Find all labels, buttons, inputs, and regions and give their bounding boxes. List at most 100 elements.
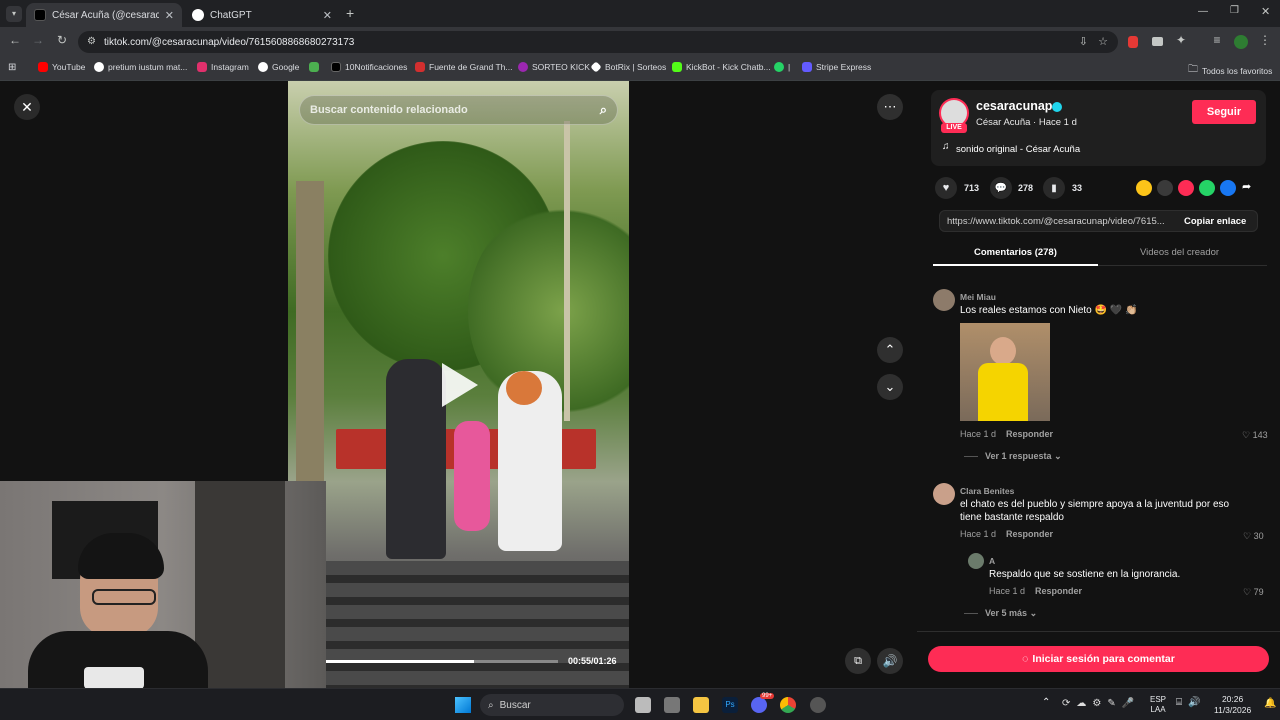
forward-icon[interactable]: → bbox=[29, 33, 47, 47]
bookmark-google[interactable]: Google bbox=[258, 62, 299, 72]
reply-author[interactable]: A bbox=[989, 556, 995, 566]
comment-author[interactable]: Clara Benites bbox=[960, 486, 1014, 496]
tab-tiktok[interactable]: César Acuña (@cesaracunap) | T ✕ bbox=[26, 3, 182, 27]
file-explorer-icon[interactable] bbox=[693, 697, 709, 713]
comment-image[interactable] bbox=[960, 323, 1050, 421]
windows-start-icon[interactable] bbox=[455, 697, 471, 713]
follow-button[interactable]: Seguir bbox=[1192, 100, 1256, 124]
progress-track[interactable] bbox=[326, 660, 558, 663]
reply-button[interactable]: Responder bbox=[1006, 429, 1053, 439]
sound-name[interactable]: sonido original - César Acuña bbox=[956, 144, 1080, 155]
reply-button[interactable]: Responder bbox=[1035, 586, 1082, 596]
extension-red-icon[interactable] bbox=[1128, 36, 1138, 48]
heart-icon[interactable]: ♥ bbox=[935, 177, 957, 199]
video-player[interactable]: Buscar contenido relacionado ⌕ 00:55/01:… bbox=[288, 81, 629, 688]
network-volume-icons[interactable]: ⌸🔊 bbox=[1176, 697, 1206, 708]
more-options-button[interactable]: ⋯ bbox=[877, 94, 903, 120]
comment-avatar[interactable] bbox=[933, 289, 955, 311]
heart-outline-icon: ♡ bbox=[1243, 531, 1254, 541]
taskbar-search[interactable]: ⌕ Buscar bbox=[480, 694, 624, 716]
reload-icon[interactable]: ↻ bbox=[53, 33, 71, 47]
bookmark-stripe[interactable]: Stripe Express bbox=[802, 62, 871, 72]
reply-likes[interactable]: ♡ 79 bbox=[1243, 587, 1264, 598]
share-arrow-icon[interactable]: ➦ bbox=[1242, 180, 1251, 193]
close-icon[interactable]: ✕ bbox=[165, 9, 174, 22]
clock-date: 11/3/2026 bbox=[1214, 705, 1252, 715]
comment-avatar[interactable] bbox=[933, 483, 955, 505]
apps-icon[interactable]: ⊞ bbox=[8, 62, 16, 73]
close-icon[interactable]: ✕ bbox=[323, 9, 332, 22]
new-tab-button[interactable]: + bbox=[346, 5, 354, 21]
view-more-button[interactable]: Ver 5 más ⌄ bbox=[985, 608, 1037, 619]
bookmark-pretium[interactable]: pretium iustum mat... bbox=[94, 62, 187, 72]
tray-icons[interactable]: ⟳☁⚙✎🎤 bbox=[1062, 698, 1140, 709]
bookmark-whatsapp[interactable]: | bbox=[774, 62, 790, 72]
bookmark-10notificaciones[interactable]: 10Notificaciones bbox=[331, 62, 407, 72]
bookmark-fuente[interactable]: Fuente de Grand Th... bbox=[415, 62, 512, 72]
all-bookmarks[interactable]: 🗀 Todos los favoritos bbox=[1188, 62, 1272, 79]
bookmark-botrix[interactable]: BotRix | Sorteos bbox=[590, 61, 666, 73]
extension-icon[interactable] bbox=[1152, 37, 1163, 46]
volume-button[interactable]: 🔊 bbox=[877, 648, 903, 674]
site-info-icon[interactable]: ⚙ bbox=[87, 36, 96, 47]
previous-video-button[interactable]: ⌃ bbox=[877, 337, 903, 363]
restore-icon[interactable]: ❐ bbox=[1230, 5, 1239, 16]
photoshop-icon[interactable]: Ps bbox=[722, 697, 738, 713]
play-icon[interactable] bbox=[442, 363, 478, 407]
minimize-icon[interactable]: — bbox=[1198, 6, 1208, 17]
username[interactable]: cesaracunap bbox=[976, 99, 1052, 113]
comment-likes[interactable]: ♡ 30 bbox=[1243, 531, 1264, 542]
steps bbox=[288, 561, 629, 688]
menu-icon[interactable]: ⋮ bbox=[1256, 33, 1274, 47]
discord-icon[interactable] bbox=[751, 697, 767, 713]
facebook-share-icon[interactable] bbox=[1220, 180, 1236, 196]
clock[interactable]: 20:26 11/3/2026 bbox=[1214, 694, 1251, 716]
close-window-icon[interactable]: ✕ bbox=[1261, 5, 1270, 18]
bookmark-instagram[interactable]: Instagram bbox=[197, 62, 249, 72]
language-indicator[interactable]: ESP LAA bbox=[1150, 695, 1166, 715]
reply-button[interactable]: Responder bbox=[1006, 529, 1053, 539]
comment-icon[interactable]: 💬 bbox=[990, 177, 1012, 199]
next-video-button[interactable]: ⌄ bbox=[877, 374, 903, 400]
youtube-icon bbox=[38, 62, 48, 72]
notifications-icon[interactable]: 🔔 bbox=[1264, 698, 1276, 709]
app-icon[interactable] bbox=[664, 697, 680, 713]
search-icon[interactable]: ⌕ bbox=[600, 102, 607, 118]
tab-chatgpt[interactable]: ChatGPT ✕ bbox=[184, 3, 340, 27]
font-icon bbox=[415, 62, 425, 72]
copy-link-button[interactable]: Copiar enlace bbox=[1184, 216, 1246, 227]
close-video-button[interactable]: ✕ bbox=[14, 94, 40, 120]
comment-likes[interactable]: ♡ 143 bbox=[1242, 430, 1268, 441]
chrome-icon[interactable] bbox=[780, 697, 796, 713]
app-icon[interactable] bbox=[810, 697, 826, 713]
install-icon[interactable]: ⇩ bbox=[1079, 35, 1088, 48]
tab-search-button[interactable]: ▾ bbox=[6, 6, 22, 22]
reply-avatar[interactable] bbox=[968, 553, 984, 569]
repost-icon[interactable] bbox=[1136, 180, 1152, 196]
floating-player-button[interactable]: ⧉ bbox=[845, 648, 871, 674]
profile-avatar[interactable] bbox=[1234, 35, 1248, 49]
tab-creator-videos[interactable]: Videos del creador bbox=[1140, 247, 1219, 258]
bookmark-youtube[interactable]: YouTube bbox=[38, 62, 85, 72]
tab-comments[interactable]: Comentarios (278) bbox=[974, 247, 1057, 258]
x-icon bbox=[331, 62, 341, 72]
embed-icon[interactable] bbox=[1157, 180, 1173, 196]
related-search-input[interactable]: Buscar contenido relacionado ⌕ bbox=[299, 95, 618, 125]
bookmark-kickbot[interactable]: KickBot - Kick Chatb... bbox=[672, 62, 771, 72]
back-icon[interactable]: ← bbox=[6, 33, 24, 47]
bookmark-icon-only[interactable] bbox=[309, 62, 319, 72]
bookmark-sorteo-kick[interactable]: SORTEO KICK bbox=[518, 62, 590, 72]
bookmark-star-icon[interactable]: ☆ bbox=[1098, 35, 1108, 48]
task-view-icon[interactable] bbox=[635, 697, 651, 713]
login-to-comment-button[interactable]: ◌ Iniciar sesión para comentar bbox=[928, 646, 1269, 672]
lamp-post bbox=[564, 121, 570, 421]
address-bar[interactable]: ⚙ tiktok.com/@cesaracunap/video/76156088… bbox=[78, 31, 1118, 53]
send-icon[interactable] bbox=[1178, 180, 1194, 196]
whatsapp-share-icon[interactable] bbox=[1199, 180, 1215, 196]
comment-author[interactable]: Mei Miau bbox=[960, 292, 996, 302]
bookmark-icon[interactable]: ▮ bbox=[1043, 177, 1065, 199]
puzzle-icon[interactable]: ✦ bbox=[1172, 33, 1190, 47]
chevron-up-icon[interactable]: ⌃ bbox=[1042, 697, 1050, 708]
reading-list-icon[interactable]: ≡ bbox=[1208, 33, 1226, 47]
view-replies-button[interactable]: Ver 1 respuesta ⌄ bbox=[985, 451, 1062, 462]
